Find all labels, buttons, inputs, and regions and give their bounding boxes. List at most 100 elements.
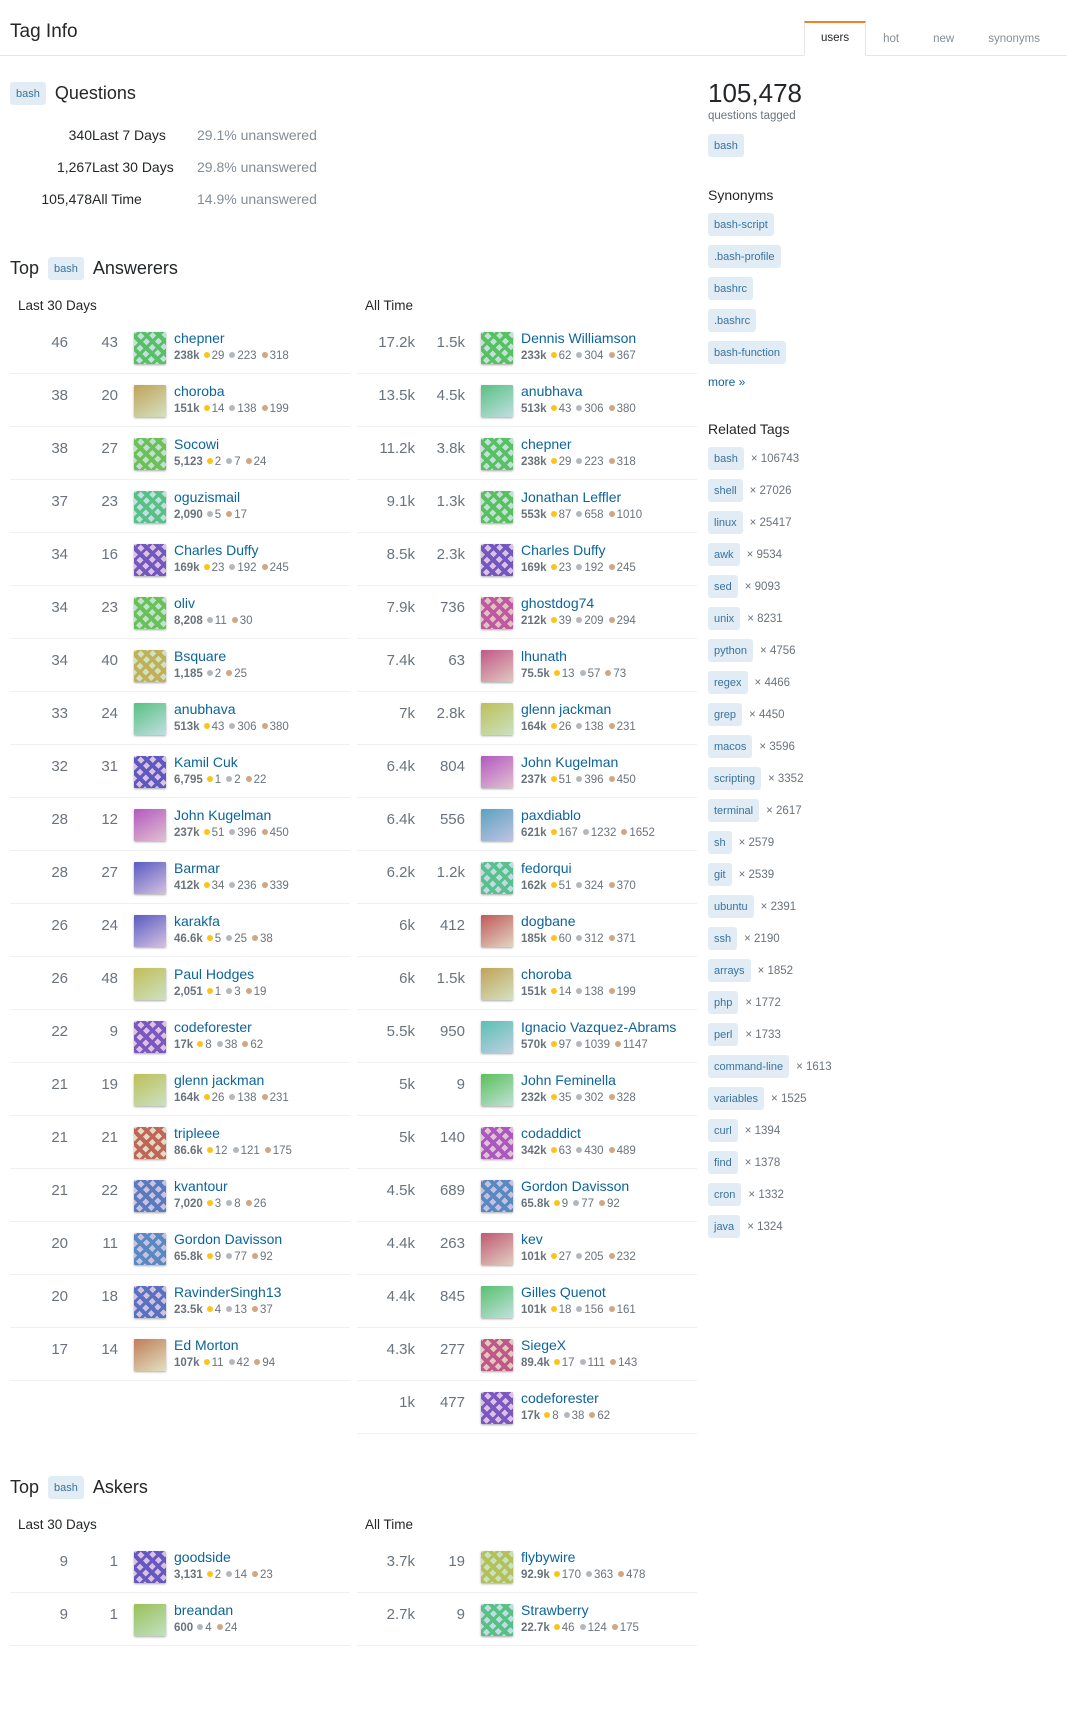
related-tag[interactable]: java xyxy=(708,1215,741,1238)
avatar[interactable] xyxy=(481,756,513,788)
user-name-link[interactable]: chepner xyxy=(174,330,346,347)
avatar[interactable] xyxy=(134,862,166,894)
synonym-tag[interactable]: bashrc xyxy=(708,277,754,300)
avatar[interactable] xyxy=(481,1286,513,1318)
related-tag[interactable]: php xyxy=(708,991,739,1014)
avatar[interactable] xyxy=(134,756,166,788)
user-name-link[interactable]: lhunath xyxy=(521,648,693,665)
avatar[interactable] xyxy=(481,968,513,1000)
avatar[interactable] xyxy=(134,1127,166,1159)
related-tag[interactable]: cron xyxy=(708,1183,742,1206)
user-name-link[interactable]: John Kugelman xyxy=(174,807,346,824)
user-name-link[interactable]: kvantour xyxy=(174,1178,346,1195)
avatar[interactable] xyxy=(134,703,166,735)
user-name-link[interactable]: flybywire xyxy=(521,1549,693,1566)
related-tag[interactable]: curl xyxy=(708,1119,738,1142)
synonym-tag[interactable]: bash-script xyxy=(708,213,774,236)
avatar[interactable] xyxy=(481,1233,513,1265)
avatar[interactable] xyxy=(134,1074,166,1106)
tag-bash-askers[interactable]: bash xyxy=(48,1476,84,1499)
user-name-link[interactable]: Kamil Cuk xyxy=(174,754,346,771)
related-tag[interactable]: shell xyxy=(708,479,743,502)
avatar[interactable] xyxy=(134,1551,166,1583)
related-tag[interactable]: ubuntu xyxy=(708,895,754,918)
avatar[interactable] xyxy=(134,544,166,576)
related-tag[interactable]: macos xyxy=(708,735,753,758)
avatar[interactable] xyxy=(481,650,513,682)
user-name-link[interactable]: glenn jackman xyxy=(521,701,693,718)
user-name-link[interactable]: Socowi xyxy=(174,436,346,453)
user-name-link[interactable]: oguzismail xyxy=(174,489,346,506)
sidebar-tag-bash[interactable]: bash xyxy=(708,134,744,157)
avatar[interactable] xyxy=(481,597,513,629)
avatar[interactable] xyxy=(481,862,513,894)
tab-synonyms[interactable]: synonyms xyxy=(971,22,1057,56)
avatar[interactable] xyxy=(481,544,513,576)
synonyms-more-link[interactable]: more » xyxy=(708,375,745,389)
avatar[interactable] xyxy=(134,968,166,1000)
user-name-link[interactable]: codeforester xyxy=(521,1390,693,1407)
avatar[interactable] xyxy=(481,1392,513,1424)
user-name-link[interactable]: karakfa xyxy=(174,913,346,930)
user-name-link[interactable]: Strawberry xyxy=(521,1602,693,1619)
user-name-link[interactable]: paxdiablo xyxy=(521,807,693,824)
user-name-link[interactable]: glenn jackman xyxy=(174,1072,346,1089)
avatar[interactable] xyxy=(134,915,166,947)
user-name-link[interactable]: kev xyxy=(521,1231,693,1248)
avatar[interactable] xyxy=(481,332,513,364)
avatar[interactable] xyxy=(481,1604,513,1636)
avatar[interactable] xyxy=(134,332,166,364)
related-tag[interactable]: perl xyxy=(708,1023,739,1046)
user-name-link[interactable]: breandan xyxy=(174,1602,346,1619)
user-name-link[interactable]: dogbane xyxy=(521,913,693,930)
user-name-link[interactable]: Dennis Williamson xyxy=(521,330,693,347)
user-name-link[interactable]: codaddict xyxy=(521,1125,693,1142)
user-name-link[interactable]: Jonathan Leffler xyxy=(521,489,693,506)
user-name-link[interactable]: anubhava xyxy=(521,383,693,400)
user-name-link[interactable]: fedorqui xyxy=(521,860,693,877)
avatar[interactable] xyxy=(481,1074,513,1106)
avatar[interactable] xyxy=(134,1339,166,1371)
tab-users[interactable]: users xyxy=(803,21,867,56)
avatar[interactable] xyxy=(134,491,166,523)
related-tag[interactable]: command-line xyxy=(708,1055,790,1078)
avatar[interactable] xyxy=(481,915,513,947)
avatar[interactable] xyxy=(134,385,166,417)
user-name-link[interactable]: Barmar xyxy=(174,860,346,877)
user-name-link[interactable]: ghostdog74 xyxy=(521,595,693,612)
user-name-link[interactable]: choroba xyxy=(174,383,346,400)
user-name-link[interactable]: Ed Morton xyxy=(174,1337,346,1354)
related-tag[interactable]: unix xyxy=(708,607,741,630)
avatar[interactable] xyxy=(134,1233,166,1265)
related-tag[interactable]: scripting xyxy=(708,767,761,790)
user-name-link[interactable]: Bsquare xyxy=(174,648,346,665)
user-name-link[interactable]: SiegeX xyxy=(521,1337,693,1354)
avatar[interactable] xyxy=(481,491,513,523)
related-tag[interactable]: grep xyxy=(708,703,743,726)
related-tag[interactable]: awk xyxy=(708,543,740,566)
avatar[interactable] xyxy=(481,1021,513,1053)
tab-new[interactable]: new xyxy=(916,22,971,56)
tag-bash-answerers[interactable]: bash xyxy=(48,257,84,280)
related-tag[interactable]: variables xyxy=(708,1087,765,1110)
related-tag[interactable]: arrays xyxy=(708,959,751,982)
user-name-link[interactable]: Gordon Davisson xyxy=(521,1178,693,1195)
avatar[interactable] xyxy=(481,1551,513,1583)
avatar[interactable] xyxy=(481,1180,513,1212)
avatar[interactable] xyxy=(481,385,513,417)
user-name-link[interactable]: anubhava xyxy=(174,701,346,718)
synonym-tag[interactable]: bash-function xyxy=(708,341,787,364)
user-name-link[interactable]: Charles Duffy xyxy=(174,542,346,559)
related-tag[interactable]: ssh xyxy=(708,927,738,950)
related-tag[interactable]: sed xyxy=(708,575,738,598)
avatar[interactable] xyxy=(134,1604,166,1636)
avatar[interactable] xyxy=(134,1021,166,1053)
avatar[interactable] xyxy=(134,1180,166,1212)
related-tag[interactable]: regex xyxy=(708,671,748,694)
related-tag[interactable]: linux xyxy=(708,511,743,534)
user-name-link[interactable]: choroba xyxy=(521,966,693,983)
avatar[interactable] xyxy=(481,809,513,841)
avatar[interactable] xyxy=(134,438,166,470)
related-tag[interactable]: find xyxy=(708,1151,738,1174)
user-name-link[interactable]: goodside xyxy=(174,1549,346,1566)
